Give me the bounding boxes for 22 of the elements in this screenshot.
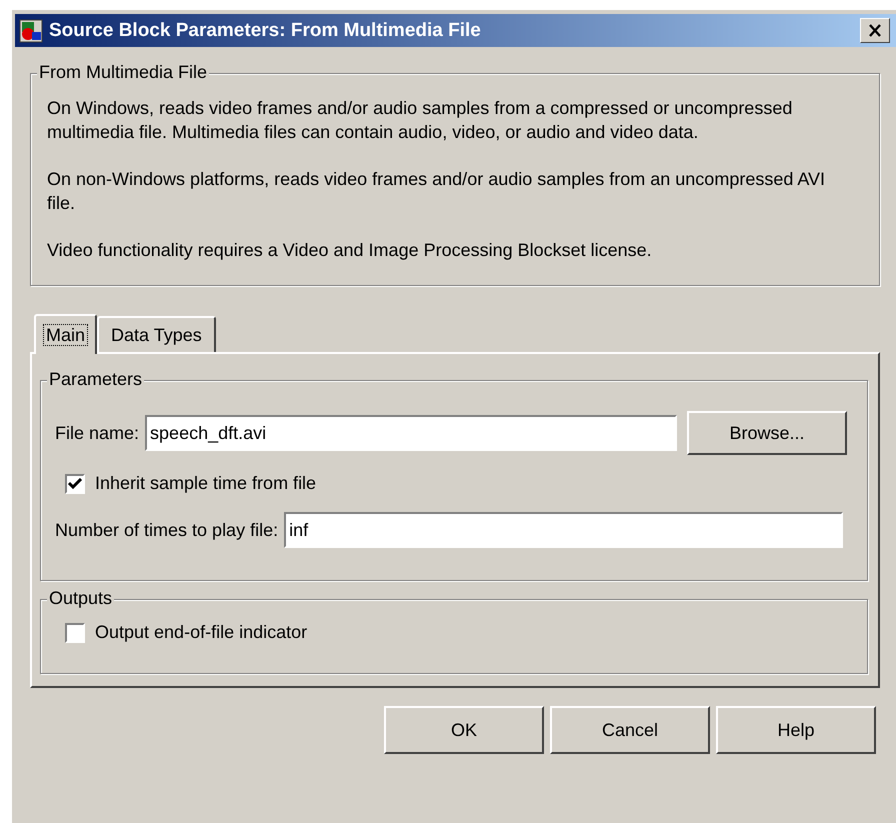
tab[interactable]: Data Types — [97, 316, 216, 352]
close-button[interactable] — [860, 18, 890, 43]
dialog-button[interactable]: Help — [716, 706, 876, 754]
checkbox[interactable] — [65, 622, 85, 642]
description-text: On non-Windows platforms, reads video frames and/or audio samples from an uncompressed AVI file. — [47, 168, 826, 215]
description-text: On Windows, reads video frames and/or audio samples from a compressed or uncompressed multimedia file. Multimedia files can contain audio, video, or audio and video data. — [47, 97, 794, 144]
field-label: Number of times to play file: — [55, 520, 278, 540]
text-field[interactable]: inf — [284, 512, 843, 548]
window-title: Source Block Parameters: From Multimedia File — [49, 20, 482, 42]
group-title: Outputs — [47, 588, 114, 609]
checkbox[interactable] — [65, 474, 85, 494]
app-icon — [19, 18, 43, 42]
checkbox-label: Inherit sample time from file — [95, 473, 316, 494]
field-label: File name: — [55, 422, 140, 444]
close-icon — [868, 24, 882, 37]
tab[interactable]: Main — [34, 314, 98, 354]
dialog-button[interactable]: Cancel — [550, 706, 710, 754]
file-name-field[interactable]: speech_dft.avi — [145, 415, 677, 451]
description-text: Video functionality requires a Video and Image Processing Blockset license. — [47, 239, 653, 262]
checkbox-label: Output end-of-file indicator — [95, 622, 308, 643]
dialog-button[interactable]: OK — [384, 706, 544, 754]
browse-button[interactable]: Browse... — [687, 411, 847, 455]
